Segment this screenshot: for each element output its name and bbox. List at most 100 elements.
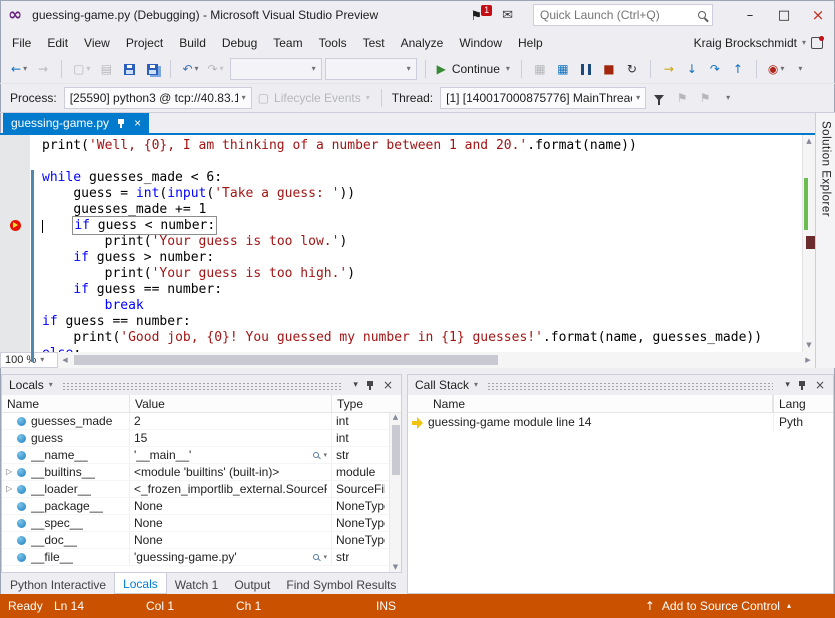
locals-row[interactable]: ▷__loader__<_frozen_importlib_external.S…: [2, 481, 389, 498]
add-to-source-control[interactable]: ↑ Add to Source Control ▴: [645, 599, 791, 613]
menu-item-build[interactable]: Build: [171, 33, 214, 53]
panel-tab-find-symbol-results[interactable]: Find Symbol Results: [278, 573, 404, 594]
scroll-right-icon[interactable]: ▶: [801, 357, 815, 364]
toolbar-overflow-button[interactable]: ▾: [790, 58, 810, 80]
save-button[interactable]: [119, 58, 139, 80]
continue-button[interactable]: ▶ Continue ▾: [434, 58, 513, 80]
gutter-cell[interactable]: [0, 170, 30, 186]
call-stack-panel-header[interactable]: Call Stack ▾ ▾ ×: [408, 375, 833, 395]
gutter-cell[interactable]: [0, 346, 30, 362]
scrollbar-thumb[interactable]: [74, 355, 498, 365]
breakpoint-icon[interactable]: [10, 220, 21, 231]
scroll-up-icon[interactable]: ▲: [390, 414, 401, 421]
debug-target-button[interactable]: ▦: [530, 58, 550, 80]
quick-launch-input[interactable]: [540, 8, 698, 22]
scrollbar-thumb[interactable]: [392, 425, 400, 475]
locals-row[interactable]: __package__NoneNoneType: [2, 498, 389, 515]
panel-dropdown-icon[interactable]: ▾: [782, 381, 793, 390]
lifecycle-events-button[interactable]: ▢ Lifecycle Events ▾: [255, 87, 373, 109]
toolbar-combo-2[interactable]: ▾: [325, 58, 417, 80]
menu-item-team[interactable]: Team: [265, 33, 310, 53]
code-line[interactable]: if guess == number:: [42, 314, 802, 330]
user-dropdown-icon[interactable]: ▾: [802, 39, 806, 47]
code-editor[interactable]: print('Well, {0}, I am thinking of a num…: [0, 135, 815, 352]
code-line[interactable]: print('Your guess is too high.'): [42, 266, 802, 282]
gutter-cell[interactable]: [0, 202, 30, 218]
menu-item-window[interactable]: Window: [451, 33, 510, 53]
menu-item-analyze[interactable]: Analyze: [393, 33, 452, 53]
menu-item-project[interactable]: Project: [118, 33, 171, 53]
step-out-button[interactable]: ↑: [728, 58, 748, 80]
expand-icon[interactable]: ▷: [6, 468, 17, 476]
pin-icon[interactable]: [798, 380, 807, 391]
open-file-button[interactable]: ▤: [96, 58, 116, 80]
close-icon[interactable]: ×: [812, 379, 828, 391]
breakpoints-window-button[interactable]: ◉▾: [765, 58, 788, 80]
locals-row[interactable]: __doc__NoneNoneType: [2, 532, 389, 549]
gutter-cell[interactable]: [0, 314, 30, 330]
tab-guessing-game[interactable]: guessing-game.py ×: [3, 113, 149, 133]
undo-button[interactable]: ↶▾: [179, 58, 201, 80]
save-all-button[interactable]: [142, 58, 162, 80]
code-line[interactable]: while guesses_made < 6:: [42, 170, 802, 186]
feedback-icon[interactable]: ✉: [502, 9, 513, 22]
menu-item-edit[interactable]: Edit: [39, 33, 76, 53]
panel-tab-python-interactive[interactable]: Python Interactive: [2, 573, 114, 594]
redo-button[interactable]: ↷▾: [205, 58, 227, 80]
breakpoint-gutter[interactable]: [0, 135, 30, 352]
scroll-down-icon[interactable]: ▼: [803, 339, 815, 352]
toolbar-combo-1[interactable]: ▾: [230, 58, 322, 80]
column-header-name[interactable]: Name: [428, 395, 773, 412]
locals-row[interactable]: guesses_made2int: [2, 413, 389, 430]
panel-tab-locals[interactable]: Locals: [114, 573, 167, 594]
expand-icon[interactable]: ▷: [6, 485, 17, 493]
solution-explorer-collapsed-tab[interactable]: Solution Explorer: [815, 113, 835, 368]
menu-item-test[interactable]: Test: [355, 33, 393, 53]
locals-row[interactable]: __name__'__main__'▾str: [2, 447, 389, 464]
restart-button[interactable]: ↻: [622, 58, 642, 80]
gutter-cell[interactable]: [0, 282, 30, 298]
show-next-statement-button[interactable]: →: [659, 58, 679, 80]
code-line[interactable]: [42, 154, 802, 170]
magnifier-icon[interactable]: [313, 554, 319, 560]
scroll-up-icon[interactable]: ▲: [803, 135, 815, 148]
column-header-type[interactable]: Type: [332, 395, 401, 412]
gutter-cell[interactable]: [0, 138, 30, 154]
tab-close-icon[interactable]: ×: [134, 116, 141, 130]
locals-row[interactable]: ▷__builtins__<module 'builtins' (built-i…: [2, 464, 389, 481]
magnifier-icon[interactable]: [313, 452, 319, 458]
menu-item-tools[interactable]: Tools: [311, 33, 355, 53]
pin-icon[interactable]: [366, 380, 375, 391]
gutter-cell[interactable]: [0, 250, 30, 266]
gutter-cell[interactable]: [0, 298, 30, 314]
step-into-button[interactable]: ↓: [682, 58, 702, 80]
user-name[interactable]: Kraig Brockschmidt: [694, 36, 797, 50]
flag-thread-button[interactable]: ⚑: [672, 87, 692, 109]
show-threads-button[interactable]: ▦: [553, 58, 573, 80]
close-icon[interactable]: ×: [380, 379, 396, 391]
close-button[interactable]: ×: [801, 0, 835, 30]
unflag-thread-button[interactable]: ⚑: [695, 87, 715, 109]
menu-item-debug[interactable]: Debug: [214, 33, 265, 53]
scroll-down-icon[interactable]: ▼: [390, 564, 401, 571]
editor-vertical-scrollbar[interactable]: ▲ ▼: [802, 135, 815, 352]
menu-item-view[interactable]: View: [76, 33, 118, 53]
code-line[interactable]: guess = int(input('Take a guess: ')): [42, 186, 802, 202]
locals-row[interactable]: __file__'guessing-game.py'▾str: [2, 549, 389, 566]
scrollbar-track[interactable]: [803, 148, 815, 339]
process-combo[interactable]: [25590] python3 @ tcp://40.83.191 ▾: [64, 87, 252, 109]
panel-tab-watch-1[interactable]: Watch 1: [167, 573, 227, 594]
code-line[interactable]: print('Your guess is too low.'): [42, 234, 802, 250]
toolbar2-overflow-button[interactable]: ▾: [718, 87, 738, 109]
locals-row[interactable]: __spec__NoneNoneType: [2, 515, 389, 532]
value-visualizer-dropdown-icon[interactable]: ▾: [323, 553, 327, 561]
code-line[interactable]: break: [42, 298, 802, 314]
panel-tab-output[interactable]: Output: [226, 573, 278, 594]
break-all-button[interactable]: [576, 58, 596, 80]
code-line[interactable]: if guess == number:: [42, 282, 802, 298]
new-file-button[interactable]: ▢▾: [70, 58, 93, 80]
thread-combo[interactable]: [1] [140017000875776] MainThreac ▾: [440, 87, 646, 109]
locals-row[interactable]: guess15int: [2, 430, 389, 447]
notifications-flag-icon[interactable]: ⚑ 1: [470, 8, 482, 23]
locals-panel-header[interactable]: Locals ▾ ▾ ×: [2, 375, 401, 395]
